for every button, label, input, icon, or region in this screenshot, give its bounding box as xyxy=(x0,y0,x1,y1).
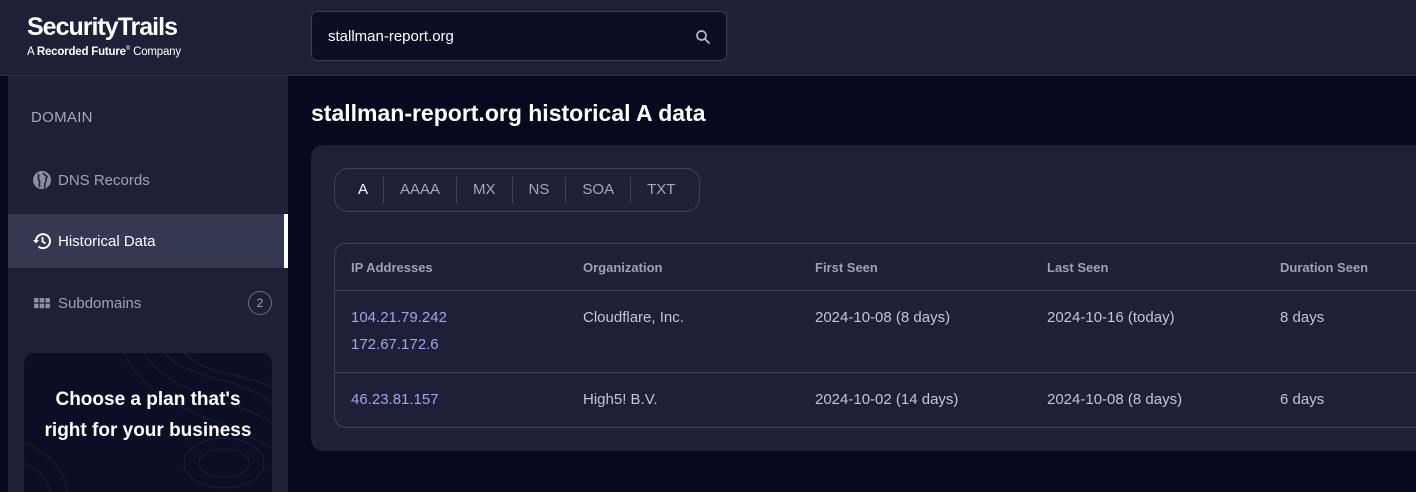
tagline-brand: Recorded Future xyxy=(36,45,126,58)
tagline-suffix: Company xyxy=(130,45,181,58)
organization-cell: High5! B.V. xyxy=(583,391,658,408)
sidebar-item-label: Historical Data xyxy=(58,232,156,250)
duration-cell: 6 days xyxy=(1280,391,1325,408)
last-seen-cell: 2024-10-16 (today) xyxy=(1047,309,1175,326)
duration-cell: 8 days xyxy=(1280,309,1325,326)
securitytrails-logo[interactable]: SecurityTrails A Recorded Future® Compan… xyxy=(27,13,181,59)
sidebar-item-subdomains[interactable]: Subdomains 2 xyxy=(8,276,288,330)
history-icon xyxy=(32,231,52,251)
row-divider xyxy=(335,372,1416,373)
logo-wordmark: SecurityTrails xyxy=(27,13,178,41)
sidebar-heading: DOMAIN xyxy=(31,109,93,126)
organization-cell: Cloudflare, Inc. xyxy=(583,309,684,326)
tab-txt[interactable]: TXT xyxy=(630,177,691,203)
historical-data-card: A AAAA MX NS SOA TXT IP Addresses Organi… xyxy=(311,145,1416,451)
tab-ns[interactable]: NS xyxy=(511,177,566,203)
sidebar-item-dns-records[interactable]: DNS Records xyxy=(8,153,288,207)
first-seen-cell: 2024-10-08 (8 days) xyxy=(815,309,951,326)
grid-icon xyxy=(32,293,52,313)
search-icon[interactable] xyxy=(694,28,712,46)
page-title: stallman-report.org historical A data xyxy=(311,100,706,126)
row-divider xyxy=(335,290,1416,291)
column-header-ip[interactable]: IP Addresses xyxy=(351,260,433,275)
plan-promo-card[interactable]: Choose a plan that's right for your busi… xyxy=(24,353,272,492)
tab-mx[interactable]: MX xyxy=(456,177,512,203)
tagline-prefix: A xyxy=(27,45,37,58)
column-header-first-seen[interactable]: First Seen xyxy=(815,260,878,275)
tab-soa[interactable]: SOA xyxy=(565,177,630,203)
subdomains-count-badge: 2 xyxy=(248,291,272,315)
record-type-tabs: A AAAA MX NS SOA TXT xyxy=(334,168,701,212)
tab-aaaa[interactable]: AAAA xyxy=(383,177,456,203)
search-box xyxy=(311,11,727,61)
promo-headline: Choose a plan that's right for your busi… xyxy=(44,389,252,441)
column-header-organization[interactable]: Organization xyxy=(583,260,662,275)
sidebar: DOMAIN DNS Records Historical Data Subdo… xyxy=(8,76,288,492)
history-table: IP Addresses Organization First Seen Las… xyxy=(334,243,1416,428)
column-header-last-seen[interactable]: Last Seen xyxy=(1047,260,1108,275)
search-input[interactable] xyxy=(328,12,688,60)
sidebar-item-historical-data[interactable]: Historical Data xyxy=(8,214,288,268)
last-seen-cell: 2024-10-08 (8 days) xyxy=(1047,391,1183,408)
ip-address-link[interactable]: 104.21.79.242 xyxy=(351,304,447,331)
globe-icon xyxy=(32,170,52,190)
sidebar-item-label: Subdomains xyxy=(58,294,142,312)
top-header: SecurityTrails A Recorded Future® Compan… xyxy=(0,0,1416,76)
sidebar-item-label: DNS Records xyxy=(58,171,150,189)
ip-address-link[interactable]: 46.23.81.157 xyxy=(351,386,439,413)
first-seen-cell: 2024-10-02 (14 days) xyxy=(815,391,959,408)
logo-tagline: A Recorded Future® Company xyxy=(27,45,181,58)
column-header-duration[interactable]: Duration Seen xyxy=(1280,260,1368,275)
tab-a[interactable]: A xyxy=(343,177,383,203)
ip-address-link[interactable]: 172.67.172.6 xyxy=(351,331,439,358)
